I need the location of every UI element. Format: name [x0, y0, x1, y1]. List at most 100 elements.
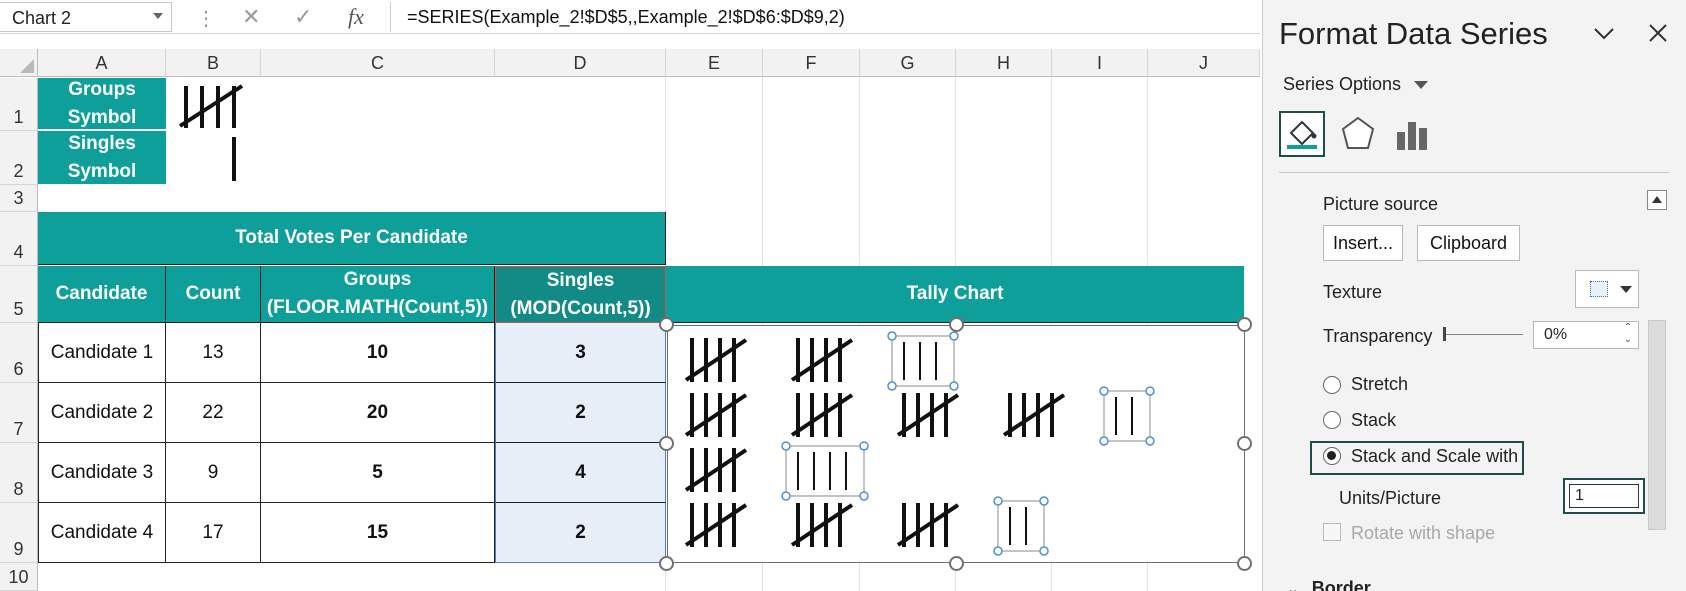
row-header-3[interactable]: 3 — [0, 185, 38, 212]
column-header-b[interactable]: B — [166, 49, 261, 77]
tally-group-mark — [896, 393, 960, 437]
tally-chart-plot — [684, 331, 1155, 556]
tally-group-mark — [1002, 393, 1066, 437]
scroll-up-button[interactable] — [1647, 190, 1667, 210]
resize-handle[interactable] — [659, 556, 674, 571]
row-header-4[interactable]: 4 — [0, 212, 38, 266]
border-section[interactable]: ⌄ Border — [1287, 578, 1371, 591]
column-header-a[interactable]: A — [38, 49, 166, 77]
table-title[interactable]: Total Votes Per Candidate — [38, 212, 666, 265]
tally-group-mark — [790, 503, 854, 547]
cell-candidate-4[interactable]: Candidate 4 — [38, 503, 166, 563]
header-groups[interactable]: Groups (FLOOR.MATH(Count,5)) — [261, 266, 495, 323]
clipboard-button[interactable]: Clipboard — [1417, 225, 1520, 261]
insert-button[interactable]: Insert... — [1323, 225, 1403, 261]
transparency-label: Transparency — [1323, 326, 1433, 346]
stack-scale-radio[interactable] — [1323, 447, 1341, 465]
cell-count-3[interactable]: 9 — [166, 443, 261, 503]
row-header-5[interactable]: 5 — [0, 266, 38, 323]
tally-singles-mark[interactable] — [1099, 386, 1155, 446]
cell-candidate-2[interactable]: Candidate 2 — [38, 383, 166, 443]
column-header-h[interactable]: H — [956, 49, 1052, 77]
resize-handle[interactable] — [1237, 317, 1252, 332]
header-tally-chart[interactable]: Tally Chart — [666, 266, 1244, 323]
header-candidate[interactable]: Candidate — [38, 266, 166, 323]
rotate-checkbox[interactable] — [1323, 523, 1341, 541]
series-options-icon[interactable] — [1393, 114, 1433, 154]
tally-group-mark — [684, 338, 748, 382]
name-box[interactable]: Chart 2 — [0, 2, 172, 32]
column-header-d[interactable]: D — [495, 49, 666, 77]
cell-groups-1[interactable]: 10 — [261, 323, 495, 383]
pane-scrollbar[interactable] — [1645, 190, 1669, 591]
resize-handle[interactable] — [1237, 436, 1252, 451]
column-header-g[interactable]: G — [860, 49, 956, 77]
row-header-10[interactable]: 10 — [0, 563, 38, 591]
resize-handle[interactable] — [1237, 556, 1252, 571]
close-icon[interactable] — [1647, 22, 1669, 44]
divider — [1279, 172, 1669, 173]
header-singles[interactable]: Singles (MOD(Count,5)) — [495, 266, 666, 323]
texture-dropdown[interactable] — [1575, 270, 1639, 308]
cell-count-1[interactable]: 13 — [166, 323, 261, 383]
series-options-dropdown[interactable]: Series Options — [1283, 74, 1429, 95]
transparency-input[interactable]: 0% ⌃ ⌄ — [1533, 321, 1639, 349]
chevron-down-icon[interactable] — [1593, 26, 1615, 42]
units-picture-field[interactable]: 1 — [1569, 484, 1639, 508]
cell-candidate-3[interactable]: Candidate 3 — [38, 443, 166, 503]
stack-radio[interactable] — [1323, 411, 1341, 429]
tally-chart[interactable] — [667, 325, 1245, 563]
units-picture-input[interactable]: 1 — [1563, 478, 1645, 514]
cell-groups-3[interactable]: 5 — [261, 443, 495, 503]
formula-input[interactable]: =SERIES(Example_2!$D$5,,Example_2!$D$6:$… — [390, 2, 1260, 32]
row-header-2[interactable]: 2 — [0, 131, 38, 185]
cell-count-4[interactable]: 17 — [166, 503, 261, 563]
column-header-i[interactable]: I — [1052, 49, 1148, 77]
slider-thumb[interactable] — [1443, 327, 1446, 341]
cell-candidate-1[interactable]: Candidate 1 — [38, 323, 166, 383]
tally-singles-mark[interactable] — [781, 441, 869, 501]
row-header-9[interactable]: 9 — [0, 503, 38, 563]
row-header-1[interactable]: 1 — [0, 78, 38, 131]
row-header-8[interactable]: 8 — [0, 443, 38, 503]
resize-handle[interactable] — [949, 556, 964, 571]
scroll-thumb[interactable] — [1648, 320, 1666, 530]
cell-groups-2[interactable]: 20 — [261, 383, 495, 443]
resize-handle[interactable] — [949, 317, 964, 332]
column-header-j[interactable]: J — [1148, 49, 1260, 77]
cancel-icon[interactable]: ✕ — [242, 4, 260, 30]
column-header-c[interactable]: C — [261, 49, 495, 77]
tally-singles-mark[interactable] — [887, 331, 959, 391]
chevron-down-icon[interactable] — [153, 13, 163, 19]
formula-bar: Chart 2 ⋮ ✕ ✓ fx =SERIES(Example_2!$D$5,… — [0, 0, 1260, 34]
formula-text: =SERIES(Example_2!$D$5,,Example_2!$D$6:$… — [407, 7, 845, 27]
insert-function-icon[interactable]: fx — [348, 4, 364, 30]
row-header-7[interactable]: 7 — [0, 383, 38, 443]
cell-groups-4[interactable]: 15 — [261, 503, 495, 563]
transparency-slider[interactable] — [1443, 334, 1523, 335]
stretch-radio[interactable] — [1323, 376, 1341, 394]
effects-icon[interactable] — [1338, 114, 1378, 154]
select-all-corner[interactable] — [0, 49, 38, 77]
header-count[interactable]: Count — [166, 266, 261, 323]
more-options-icon[interactable]: ⋮ — [196, 6, 216, 31]
row-header-6[interactable]: 6 — [0, 323, 38, 383]
cell-count-2[interactable]: 22 — [166, 383, 261, 443]
chevron-down-icon: ⌄ — [1287, 581, 1299, 591]
chevron-down-icon — [1414, 81, 1429, 90]
enter-icon[interactable]: ✓ — [294, 4, 312, 30]
spinner-icon[interactable]: ⌃ ⌄ — [1624, 322, 1632, 346]
cell-singles-4[interactable]: 2 — [495, 503, 666, 563]
column-header-e[interactable]: E — [666, 49, 763, 77]
pane-title: Format Data Series — [1279, 16, 1548, 51]
column-header-f[interactable]: F — [763, 49, 860, 77]
cell-singles-2[interactable]: 2 — [495, 383, 666, 443]
resize-handle[interactable] — [659, 436, 674, 451]
resize-handle[interactable] — [659, 317, 674, 332]
groups-symbol-label[interactable]: Groups Symbol — [38, 78, 166, 130]
tally-singles-mark[interactable] — [993, 496, 1049, 556]
cell-singles-1[interactable]: 3 — [495, 323, 666, 383]
singles-symbol-label[interactable]: Singles Symbol — [38, 131, 166, 184]
cell-singles-3[interactable]: 4 — [495, 443, 666, 503]
fill-line-tab[interactable] — [1279, 111, 1325, 157]
